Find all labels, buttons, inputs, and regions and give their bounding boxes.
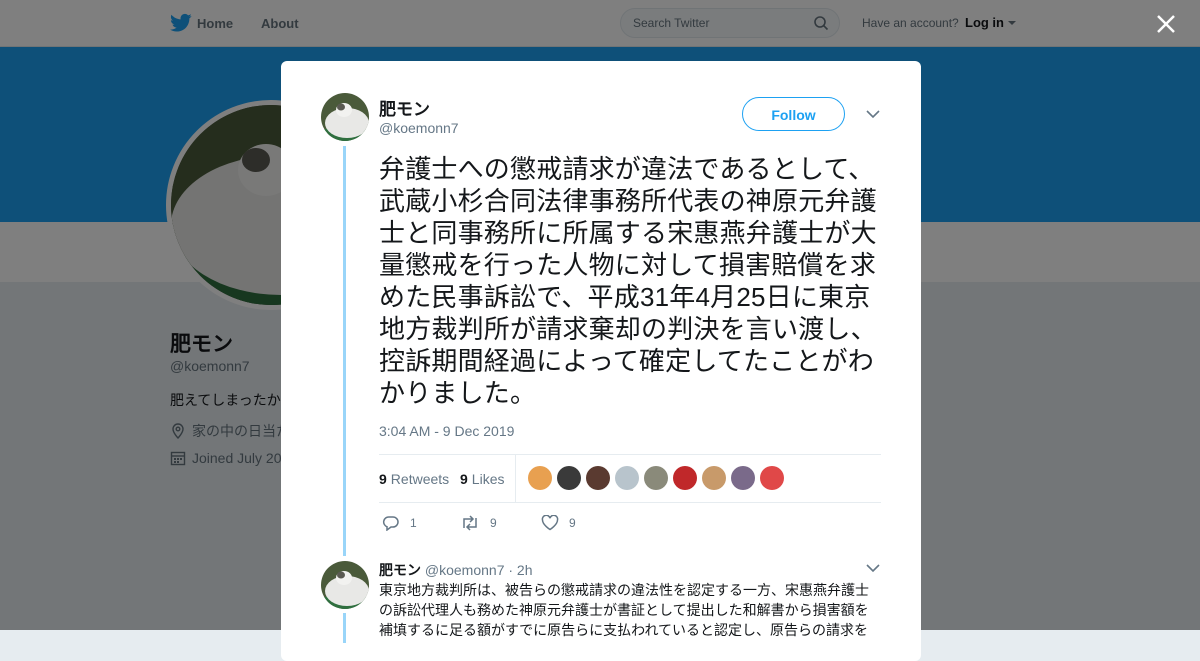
reply-avatar-image (321, 561, 369, 609)
follow-button[interactable]: Follow (742, 97, 845, 131)
thread-connector-lower (343, 613, 346, 643)
likes-stat[interactable]: 9 Likes (460, 471, 504, 487)
reply-text: 東京地方裁判所は、被告らの懲戒請求の違法性を認定する一方、宋惠燕弁護士の訴訟代理… (379, 582, 869, 638)
tweet-author-name[interactable]: 肥モン (379, 95, 430, 120)
liker-avatar[interactable] (644, 466, 668, 490)
likes-label: Likes (471, 471, 505, 487)
tweet-text: 弁護士への懲戒請求が違法であるとして、武蔵小杉合同法律事務所代表の神原元弁護士と… (379, 154, 877, 408)
thread-connector (343, 146, 346, 556)
retweet-action-count: 9 (490, 516, 497, 530)
liker-avatar[interactable] (731, 466, 755, 490)
reply-header: 肥モン @koemonn7 · 2h (379, 560, 533, 580)
retweet-icon (463, 515, 477, 531)
reply-count: 1 (410, 516, 417, 530)
stats-divider (515, 455, 516, 502)
reply-author-name[interactable]: 肥モン (379, 562, 421, 578)
close-icon[interactable] (1155, 13, 1177, 35)
author-avatar[interactable] (321, 93, 369, 141)
reply-author-avatar[interactable] (321, 561, 369, 609)
retweets-count: 9 (379, 471, 387, 487)
liker-avatar[interactable] (673, 466, 697, 490)
tweet-author-handle[interactable]: @koemonn7 (379, 120, 459, 136)
like-action-count: 9 (569, 516, 576, 530)
liker-avatar[interactable] (615, 466, 639, 490)
retweets-stat[interactable]: 9 Retweets (379, 471, 449, 487)
likes-count: 9 (460, 471, 468, 487)
reply-time[interactable]: · 2h (508, 562, 532, 578)
reply-author-handle[interactable]: @koemonn7 (425, 562, 505, 578)
tweet-stats: 9 Retweets 9 Likes (379, 454, 881, 503)
liker-avatar[interactable] (528, 466, 552, 490)
heart-icon (541, 514, 559, 531)
liker-avatar[interactable] (760, 466, 784, 490)
reply-icon (382, 516, 399, 532)
liker-avatar[interactable] (557, 466, 581, 490)
retweets-label: Retweets (390, 471, 450, 487)
reply-chevron-down-icon[interactable] (866, 563, 880, 573)
liker-avatar[interactable] (702, 466, 726, 490)
tweet-modal: 肥モン @koemonn7 Follow 弁護士への懲戒請求が違法であるとして、… (281, 61, 921, 661)
liker-avatar[interactable] (586, 466, 610, 490)
reply-action[interactable]: 1 (382, 515, 417, 532)
author-avatar-image (321, 93, 369, 141)
tweet-timestamp[interactable]: 3:04 AM - 9 Dec 2019 (379, 423, 514, 439)
like-action[interactable]: 9 (541, 514, 576, 531)
chevron-down-icon[interactable] (866, 109, 880, 119)
retweet-action[interactable]: 9 (460, 515, 497, 531)
